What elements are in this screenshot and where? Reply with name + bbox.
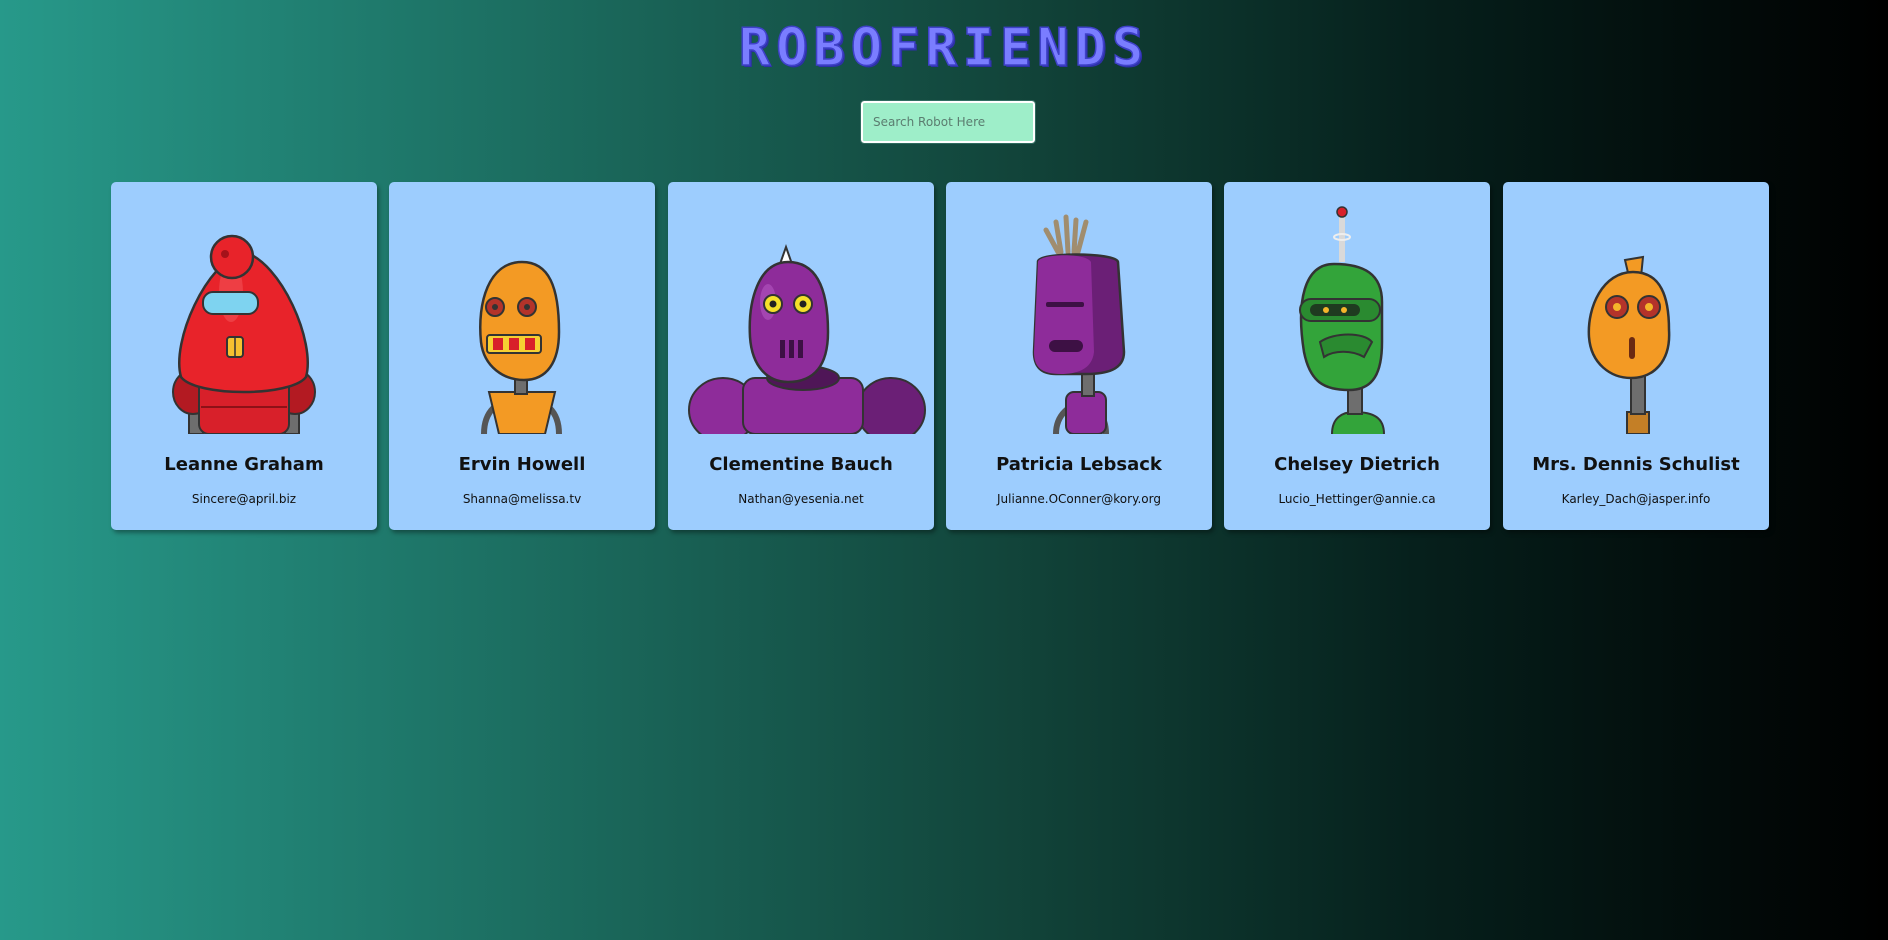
robot-name: Patricia Lebsack [996, 454, 1162, 475]
robot-card[interactable]: Patricia Lebsack Julianne.OConner@kory.o… [946, 182, 1212, 530]
robot-email: Karley_Dach@jasper.info [1561, 492, 1711, 506]
robot-card[interactable]: Chelsey Dietrich Lucio_Hettinger@annie.c… [1224, 182, 1490, 530]
red-robot-avatar-icon [172, 234, 316, 434]
orange-robot-avatar-icon [479, 260, 562, 434]
robot-email: Nathan@yesenia.net [738, 492, 864, 506]
robot-email: Lucio_Hettinger@annie.ca [1278, 492, 1436, 506]
robot-email: Julianne.OConner@kory.org [997, 492, 1161, 506]
robot-card[interactable]: Mrs. Dennis Schulist Karley_Dach@jasper.… [1503, 182, 1769, 530]
app-title: ROBOFRIENDS [738, 17, 1150, 79]
robot-email: Shanna@melissa.tv [462, 492, 582, 506]
robot-name: Mrs. Dennis Schulist [1532, 454, 1740, 475]
robot-card[interactable]: Leanne Graham Sincere@april.biz [111, 182, 377, 530]
purple-robot-avatar-icon [688, 243, 926, 434]
green-robot-avatar-icon [1299, 206, 1385, 434]
robot-name: Leanne Graham [164, 454, 324, 475]
robot-name: Clementine Bauch [709, 454, 893, 475]
robot-email: Sincere@april.biz [191, 492, 297, 506]
orange-robot-avatar-icon [1587, 255, 1671, 434]
robot-name: Chelsey Dietrich [1274, 454, 1440, 475]
robot-name: Ervin Howell [458, 454, 586, 475]
search-input[interactable] [860, 100, 1036, 144]
purple-robot-avatar-icon [1032, 214, 1126, 434]
robot-card[interactable]: Ervin Howell Shanna@melissa.tv [389, 182, 655, 530]
robot-card[interactable]: Clementine Bauch Nathan@yesenia.net [668, 182, 934, 530]
